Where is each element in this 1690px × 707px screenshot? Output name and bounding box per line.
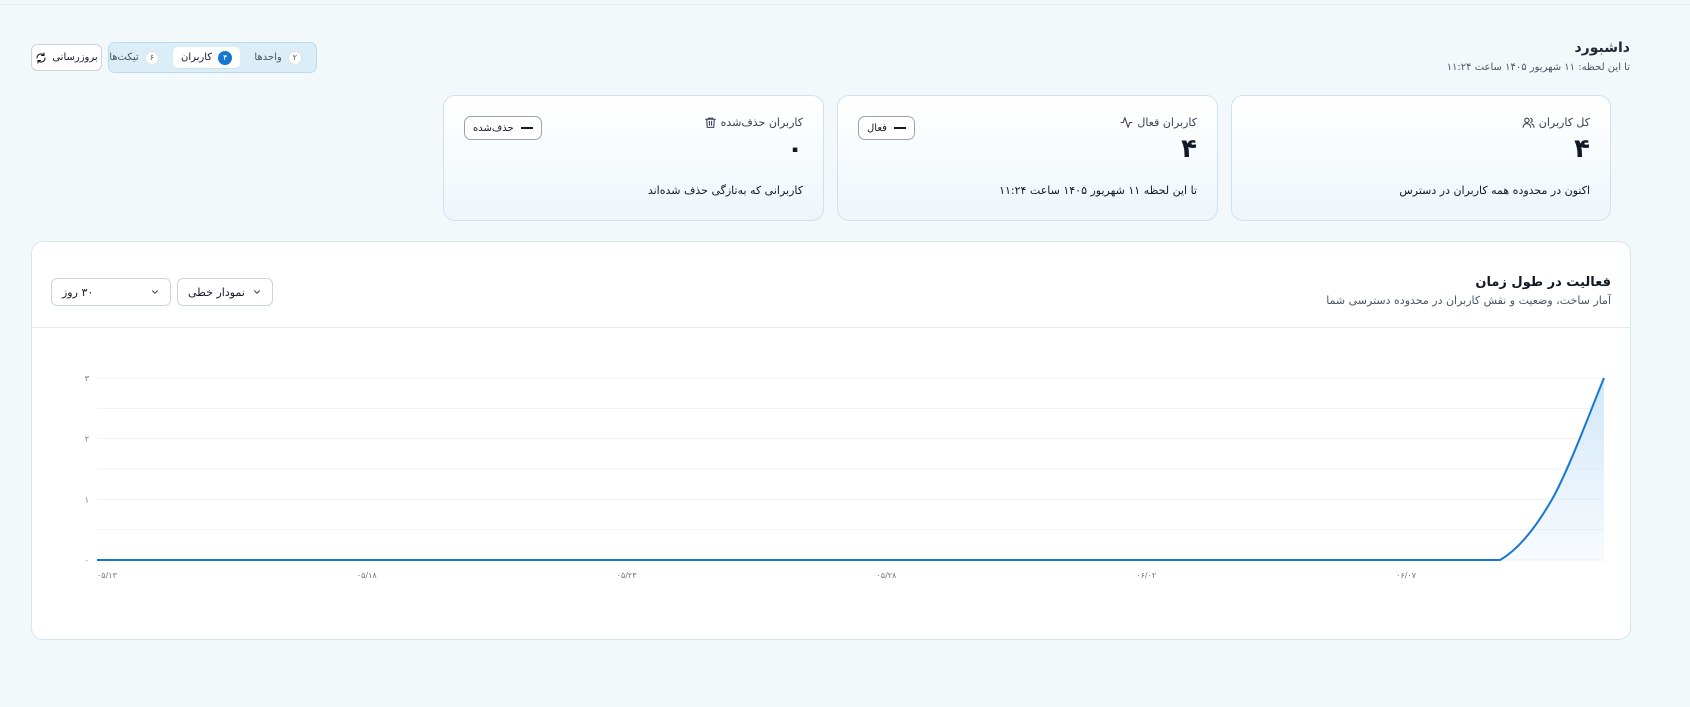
refresh-button[interactable]: بروزرسانی bbox=[31, 44, 102, 71]
x-tick-label: ۰۶/۰۲ bbox=[1136, 571, 1156, 580]
minus-icon bbox=[893, 127, 906, 129]
active-users-value: ۴ bbox=[1181, 134, 1197, 164]
trash-icon bbox=[704, 117, 716, 128]
chart-title: فعالیت در طول زمان bbox=[1475, 275, 1611, 290]
active-status-badge[interactable]: فعال bbox=[858, 116, 915, 140]
total-users-label: کل کاربران bbox=[1538, 116, 1590, 129]
page-subtitle: تا این لحظه: ۱۱ شهریور ۱۴۰۵ ساعت ۱۱:۲۴ bbox=[1446, 62, 1630, 73]
y-tick-label: ۱ bbox=[85, 495, 89, 504]
active-users-label: کاربران فعال bbox=[1137, 116, 1197, 129]
refresh-icon bbox=[36, 51, 46, 64]
deleted-users-card: کاربران حذف‌شده ۰ کاربرانی که به‌تازگی ح… bbox=[443, 95, 824, 221]
tab-tickets-count: ۶ bbox=[144, 50, 159, 65]
tab-units-label: واحدها bbox=[254, 52, 282, 63]
tab-units-count: ۲ bbox=[287, 50, 302, 65]
y-tick-label: ۲ bbox=[85, 435, 89, 444]
active-users-desc: تا این لحظه ۱۱ شهریور ۱۴۰۵ ساعت ۱۱:۲۴ bbox=[999, 184, 1197, 197]
y-tick-label: ۰ bbox=[85, 556, 89, 565]
tab-tickets-label: تیکت‌ها bbox=[109, 52, 139, 63]
x-tick-label: ۰۵/۱۸ bbox=[357, 571, 378, 580]
total-users-value: ۴ bbox=[1574, 134, 1590, 164]
activity-line-chart: ۰ ۱ ۲ ۳ ۰۵/۱۳ ۰۵/۱۸ ۰۵/۲۳ ۰۵/۲۸ ۰۶/۰۲ ۰۶/۰۷ bbox=[85, 374, 1605, 580]
tab-users-count: ۴ bbox=[218, 50, 233, 65]
deleted-status-badge[interactable]: حذف‌شده bbox=[464, 116, 542, 140]
x-tick-label: ۰۵/۲۳ bbox=[617, 571, 638, 580]
refresh-label: بروزرسانی bbox=[52, 52, 98, 63]
chart-subtitle: آمار ساخت، وضعیت و نقش کاربران در محدوده… bbox=[1326, 294, 1611, 307]
active-badge-label: فعال bbox=[867, 122, 887, 134]
tab-users[interactable]: کاربران ۴ bbox=[172, 47, 241, 68]
x-tick-label: ۰۵/۲۸ bbox=[876, 571, 897, 580]
deleted-users-desc: کاربرانی که به‌تازگی حذف شده‌اند bbox=[647, 184, 803, 197]
deleted-badge-label: حذف‌شده bbox=[473, 122, 514, 134]
tab-units[interactable]: واحدها ۲ bbox=[246, 47, 310, 68]
users-icon bbox=[1522, 117, 1535, 128]
chart-type-select[interactable]: نمودار خطی bbox=[177, 278, 273, 306]
deleted-users-label: کاربران حذف‌شده bbox=[720, 116, 803, 129]
total-users-card: کل کاربران ۴ اکنون در محدوده همه کاربران… bbox=[1231, 95, 1611, 221]
chart-type-value: نمودار خطی bbox=[188, 285, 245, 299]
dashboard-page: داشبورد تا این لحظه: ۱۱ شهریور ۱۴۰۵ ساعت… bbox=[0, 0, 1690, 707]
chevron-down-icon bbox=[253, 290, 261, 294]
chevron-down-icon bbox=[151, 290, 159, 294]
tab-users-label: کاربران bbox=[180, 52, 213, 63]
total-users-desc: اکنون در محدوده همه کاربران در دسترس bbox=[1399, 184, 1590, 197]
y-tick-label: ۳ bbox=[85, 374, 90, 383]
activity-icon bbox=[1120, 117, 1133, 128]
x-tick-label: ۰۶/۰۷ bbox=[1396, 571, 1417, 580]
entity-tabs: واحدها ۲ کاربران ۴ تیکت‌ها ۶ bbox=[108, 42, 317, 73]
deleted-users-value: ۰ bbox=[787, 134, 803, 164]
date-range-value: ۳۰ روز bbox=[62, 285, 94, 299]
tab-tickets[interactable]: تیکت‌ها ۶ bbox=[101, 47, 167, 68]
top-divider bbox=[0, 4, 1690, 5]
x-tick-label: ۰۵/۱۳ bbox=[97, 571, 118, 580]
activity-chart-card: فعالیت در طول زمان آمار ساخت، وضعیت و نق… bbox=[31, 241, 1631, 640]
page-title: داشبورد bbox=[1574, 40, 1631, 56]
active-users-card: کاربران فعال ۴ تا این لحظه ۱۱ شهریور ۱۴۰… bbox=[837, 95, 1218, 221]
date-range-select[interactable]: ۳۰ روز bbox=[51, 278, 171, 306]
minus-icon bbox=[520, 127, 533, 129]
